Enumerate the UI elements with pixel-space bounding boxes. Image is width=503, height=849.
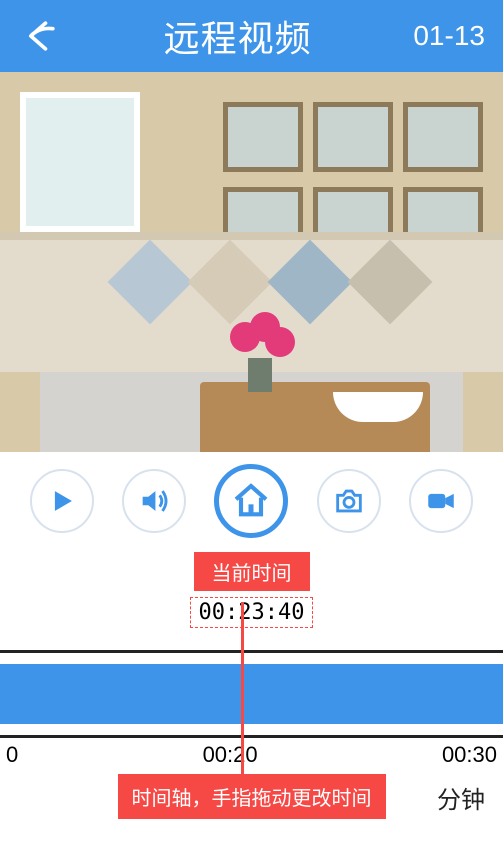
back-icon — [18, 14, 62, 58]
current-time-value: 00:23:40 — [190, 597, 314, 628]
home-button[interactable] — [214, 464, 288, 538]
play-button[interactable] — [30, 469, 94, 533]
back-button[interactable] — [18, 14, 62, 58]
video-icon — [424, 484, 458, 518]
video-feed[interactable] — [0, 72, 503, 452]
timeline-playhead[interactable] — [241, 602, 244, 782]
camera-icon — [332, 484, 366, 518]
timeline-hint: 时间轴，手指拖动更改时间 — [118, 774, 386, 819]
snapshot-button[interactable] — [317, 469, 381, 533]
scene-frame — [223, 102, 303, 172]
home-icon — [231, 481, 271, 521]
scene-window — [20, 92, 140, 232]
page-title: 远程视频 — [164, 10, 312, 62]
tick-label: 00:30 — [442, 742, 497, 768]
record-button[interactable] — [409, 469, 473, 533]
tick-label: 00:20 — [203, 742, 258, 768]
timeline-unit: 分钟 — [437, 780, 485, 815]
timeline-scrubber[interactable] — [0, 650, 503, 738]
header-bar: 远程视频 01-13 — [0, 0, 503, 72]
scene-frame — [403, 102, 483, 172]
play-icon — [45, 484, 79, 518]
speaker-icon — [137, 484, 171, 518]
current-time-label: 当前时间 — [194, 552, 310, 591]
timeline-wrap — [0, 650, 503, 738]
time-section: 当前时间 00:23:40 0 00:20 00:30 时间轴，手指拖动更改时间… — [0, 546, 503, 819]
header-date: 01-13 — [413, 20, 485, 52]
scene-flowers — [230, 322, 290, 392]
timeline-ticks: 0 00:20 00:30 — [0, 738, 503, 768]
tick-label: 0 — [6, 742, 18, 768]
sound-button[interactable] — [122, 469, 186, 533]
scene-frame — [313, 102, 393, 172]
timeline-fill — [0, 664, 503, 724]
control-bar — [0, 452, 503, 546]
